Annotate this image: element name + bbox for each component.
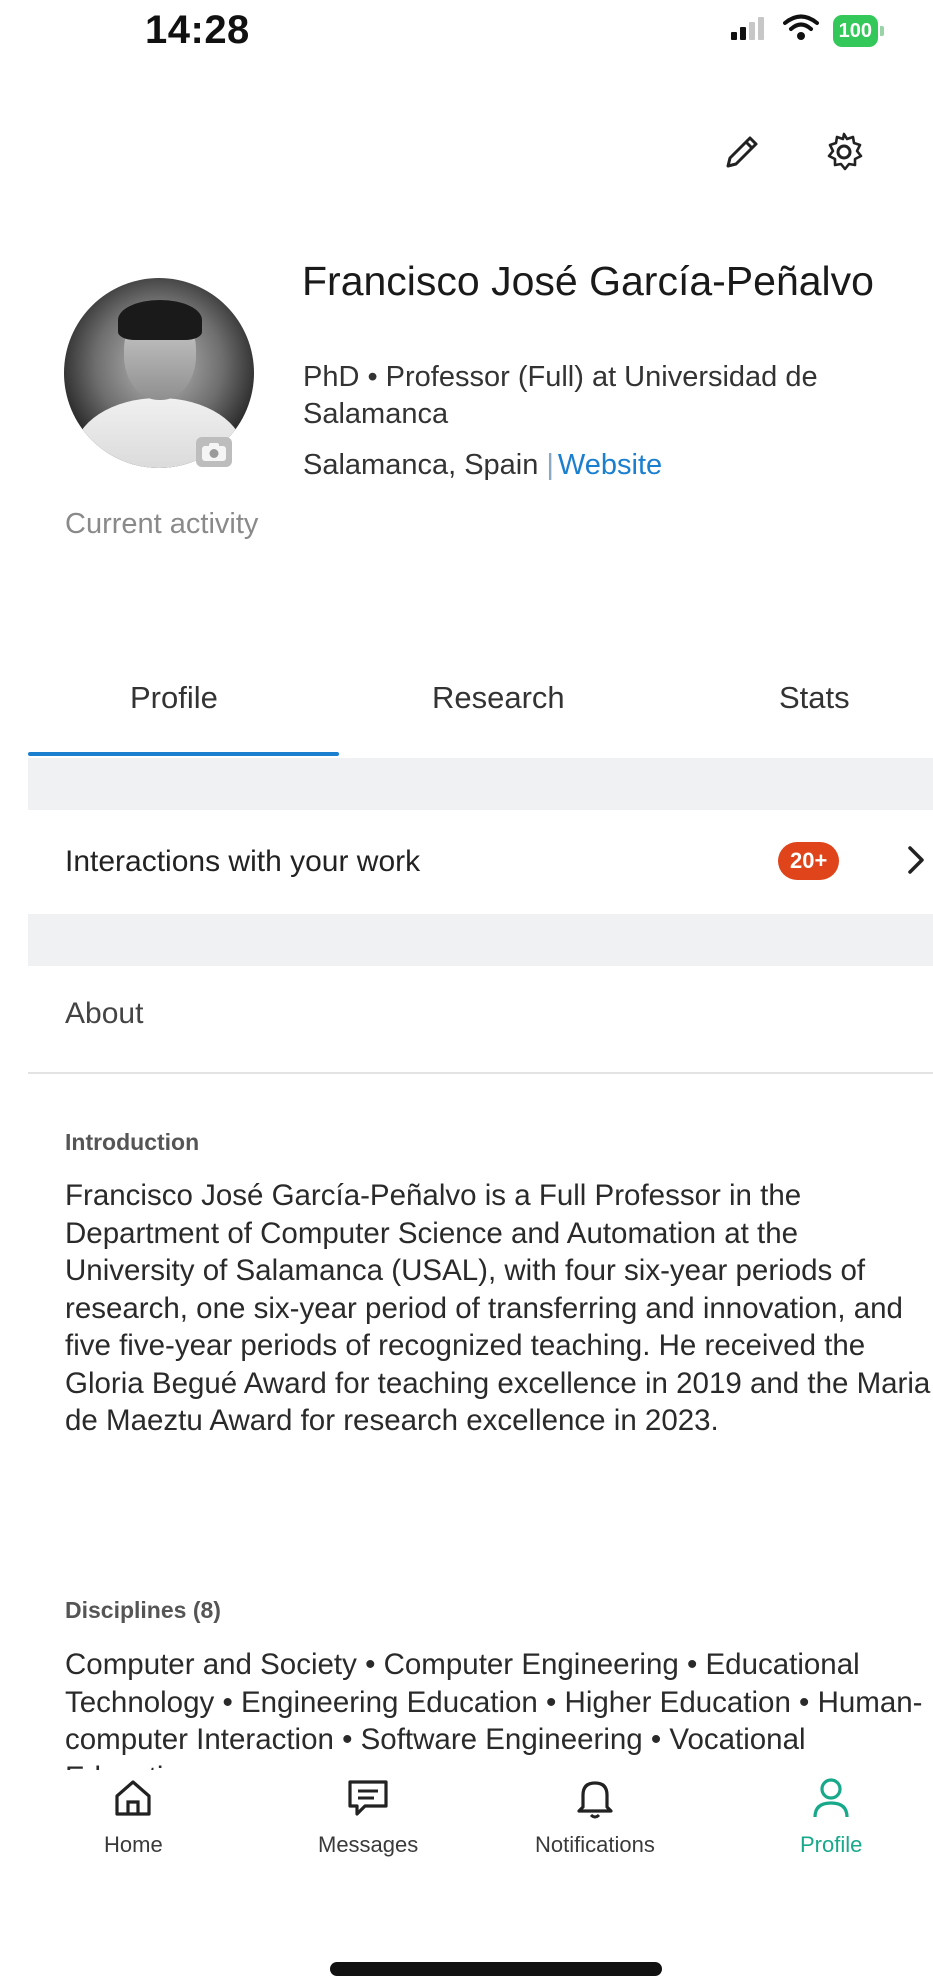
introduction-text: Francisco José García-Peñalvo is a Full … [65, 1179, 931, 1437]
about-title: About [65, 997, 144, 1030]
profile-location-line: Salamanca, Spain | Website [303, 449, 662, 482]
tab-stats[interactable]: Stats [779, 680, 850, 716]
section-separator [28, 914, 933, 966]
interactions-badge: 20+ [778, 842, 840, 880]
nav-profile-label: Profile [800, 1832, 863, 1857]
divider [28, 1072, 933, 1074]
home-indicator [330, 1962, 662, 1976]
nav-home[interactable]: Home [104, 1770, 163, 1858]
nav-messages-label: Messages [318, 1832, 419, 1857]
profile-location: Salamanca, Spain [303, 449, 539, 481]
messages-icon [345, 1770, 391, 1826]
nav-notifications-label: Notifications [535, 1832, 655, 1857]
nav-profile[interactable]: Profile [800, 1770, 862, 1858]
signal-icon [729, 16, 769, 45]
bottom-nav: Home Messages Notifications Profile [0, 1770, 933, 1890]
interactions-row[interactable]: Interactions with your work 20+ [28, 810, 933, 914]
profile-headline: PhD • Professor (Full) at Universidad de… [303, 361, 818, 430]
bell-icon [573, 1770, 617, 1826]
status-time: 14:28 [145, 8, 250, 52]
current-activity[interactable]: Current activity [65, 508, 258, 541]
nav-home-label: Home [104, 1832, 163, 1857]
tab-profile[interactable]: Profile [130, 680, 218, 716]
disciplines-label: Disciplines (8) [65, 1597, 221, 1623]
interactions-label: Interactions with your work [65, 845, 421, 878]
home-icon [111, 1770, 155, 1826]
gear-icon [822, 130, 866, 179]
wifi-icon [782, 14, 819, 47]
pencil-icon [720, 130, 764, 179]
website-link[interactable]: Website [558, 449, 662, 481]
camera-icon[interactable] [196, 437, 232, 467]
settings-button[interactable] [814, 124, 874, 184]
nav-notifications[interactable]: Notifications [535, 1770, 655, 1858]
chevron-right-icon [896, 840, 933, 880]
profile-name: Francisco José García-Peñalvo [302, 258, 874, 304]
introduction-label: Introduction [65, 1129, 200, 1155]
status-icons: 100 [729, 14, 885, 47]
active-tab-indicator [28, 752, 339, 756]
edit-button[interactable] [712, 124, 772, 184]
tab-research[interactable]: Research [432, 680, 565, 716]
battery-icon: 100 [832, 14, 885, 47]
nav-messages[interactable]: Messages [318, 1770, 418, 1858]
person-icon [809, 1770, 853, 1826]
section-separator [28, 758, 933, 810]
separator: | [546, 449, 554, 481]
